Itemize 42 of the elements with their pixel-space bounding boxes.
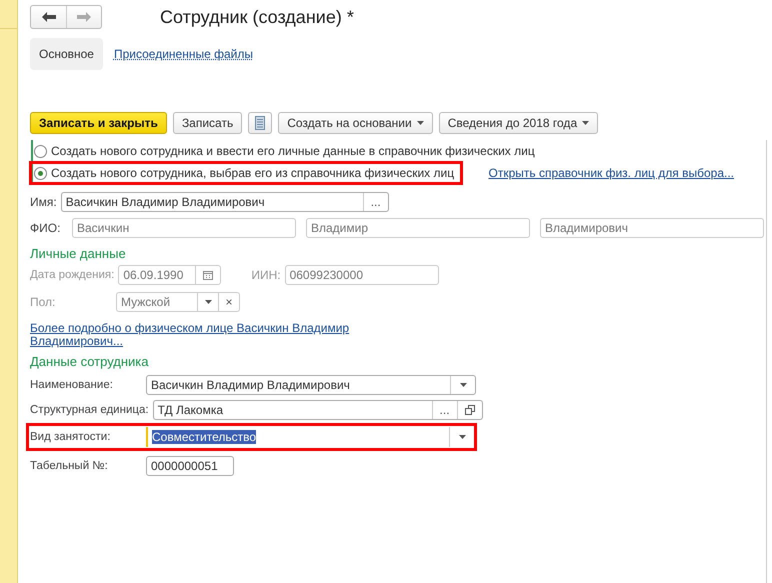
choose-button[interactable]: ... bbox=[432, 401, 457, 419]
field-label: Структурная единица: bbox=[30, 404, 149, 416]
person-details-link[interactable]: Более подробно о физическом лице Васичкин Владимир Владимирович... bbox=[30, 322, 360, 348]
caret-icon bbox=[416, 121, 424, 125]
tab[interactable]: Присоединенные файлы bbox=[104, 38, 262, 70]
field-label: Дата рождения: bbox=[30, 269, 114, 281]
section-title: Данные сотрудника bbox=[30, 354, 150, 369]
open-window-icon bbox=[464, 405, 475, 415]
caret-icon bbox=[460, 383, 466, 387]
field-label: Имя: bbox=[30, 195, 57, 209]
save-close-button[interactable]: Записать и закрыть bbox=[30, 112, 167, 134]
radio-option[interactable]: Создать нового сотрудника и ввести его личные данные в справочник физических лиц bbox=[29, 139, 544, 163]
right-arrow-icon bbox=[77, 12, 91, 22]
caret-icon bbox=[458, 435, 466, 439]
field-label: ФИО: bbox=[30, 221, 62, 235]
save-button[interactable]: Записать bbox=[172, 112, 242, 134]
input-field[interactable]: Васичкин bbox=[72, 218, 296, 238]
open-directory-link[interactable]: Открыть справочник физ. лиц для выбора... bbox=[488, 166, 734, 180]
select-field[interactable]: Васичкин Владимир Владимирович bbox=[146, 375, 476, 395]
list-button[interactable] bbox=[248, 112, 272, 134]
window-title: Сотрудник (создание) * bbox=[160, 6, 354, 28]
menu-button[interactable]: Создать на основании bbox=[278, 112, 433, 134]
input-field[interactable]: Владимир bbox=[306, 218, 530, 238]
choose-button[interactable]: ... bbox=[362, 193, 388, 211]
field-label: Вид занятости: bbox=[30, 431, 112, 443]
field-label: ИИН: bbox=[251, 268, 281, 282]
field-label: Пол: bbox=[30, 295, 56, 309]
calendar-icon bbox=[203, 270, 214, 280]
section-title: Личные данные bbox=[30, 246, 127, 261]
caret-icon bbox=[204, 300, 212, 304]
field-label: Табельный №: bbox=[30, 460, 109, 472]
field-label: Наименование: bbox=[30, 379, 114, 391]
list-icon bbox=[255, 116, 266, 130]
select-field[interactable]: ТД Лакомка ... bbox=[152, 400, 483, 420]
tab[interactable]: Основное bbox=[30, 38, 103, 70]
select-field[interactable]: Васичкин Владимир Владимирович ... bbox=[60, 192, 389, 212]
menu-button[interactable]: Сведения до 2018 года bbox=[438, 112, 598, 134]
input-field[interactable]: 0000000051 bbox=[146, 456, 234, 476]
input-field[interactable]: Владимирович bbox=[540, 218, 764, 238]
caret-icon bbox=[582, 121, 590, 125]
radio-option[interactable]: Создать нового сотрудника, выбрав его из справочника физических лиц bbox=[29, 161, 464, 185]
left-arrow-icon bbox=[42, 12, 56, 22]
